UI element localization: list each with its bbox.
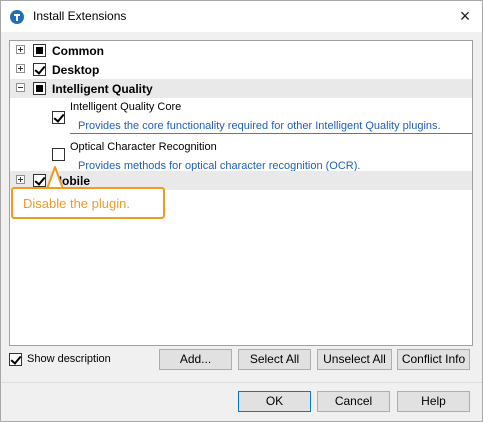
tree-item-desktop[interactable]: Desktop (10, 60, 472, 79)
footer-divider (1, 382, 482, 383)
divider (70, 133, 472, 134)
callout-tooltip: Disable the plugin. (11, 187, 165, 219)
tree-item-label: Intelligent Quality (52, 82, 153, 96)
tree-item-label: Desktop (52, 63, 100, 77)
tree-item-label: Intelligent Quality Core (70, 101, 182, 113)
tree-item-label: Optical Character Recognition (70, 141, 217, 153)
help-button[interactable]: Help (397, 391, 470, 412)
expand-icon[interactable] (16, 175, 25, 184)
close-icon[interactable]: × (454, 5, 476, 27)
collapse-icon[interactable] (16, 83, 25, 92)
intelligent-quality-checkbox[interactable] (33, 82, 46, 95)
desktop-checkbox[interactable] (33, 63, 46, 76)
window-title: Install Extensions (33, 9, 127, 23)
add-button[interactable]: Add... (159, 349, 232, 370)
ocr-checkbox[interactable] (52, 148, 65, 161)
app-icon (9, 9, 25, 25)
expand-icon[interactable] (16, 45, 25, 54)
tree-item-intelligent-quality[interactable]: Intelligent Quality (10, 79, 472, 98)
tree-item-iq-core[interactable]: Intelligent Quality Core Provides the co… (10, 98, 472, 138)
install-extensions-dialog: Install Extensions × Common Desktop Inte… (0, 0, 483, 422)
show-description-label: Show description (27, 353, 111, 365)
tree-item-description: Provides the core functionality required… (78, 120, 441, 132)
select-all-button[interactable]: Select All (238, 349, 311, 370)
callout-text: Disable the plugin. (23, 196, 130, 211)
iq-core-checkbox[interactable] (52, 111, 65, 124)
cancel-button[interactable]: Cancel (317, 391, 390, 412)
expand-icon[interactable] (16, 64, 25, 73)
tree-item-common[interactable]: Common (10, 41, 472, 60)
conflict-info-button[interactable]: Conflict Info (397, 349, 470, 370)
tree-item-label: Common (52, 44, 104, 58)
common-checkbox[interactable] (33, 44, 46, 57)
unselect-all-button[interactable]: Unselect All (317, 349, 392, 370)
show-description-checkbox[interactable] (9, 353, 22, 366)
ok-button[interactable]: OK (238, 391, 311, 412)
title-bar: Install Extensions × (1, 1, 482, 32)
